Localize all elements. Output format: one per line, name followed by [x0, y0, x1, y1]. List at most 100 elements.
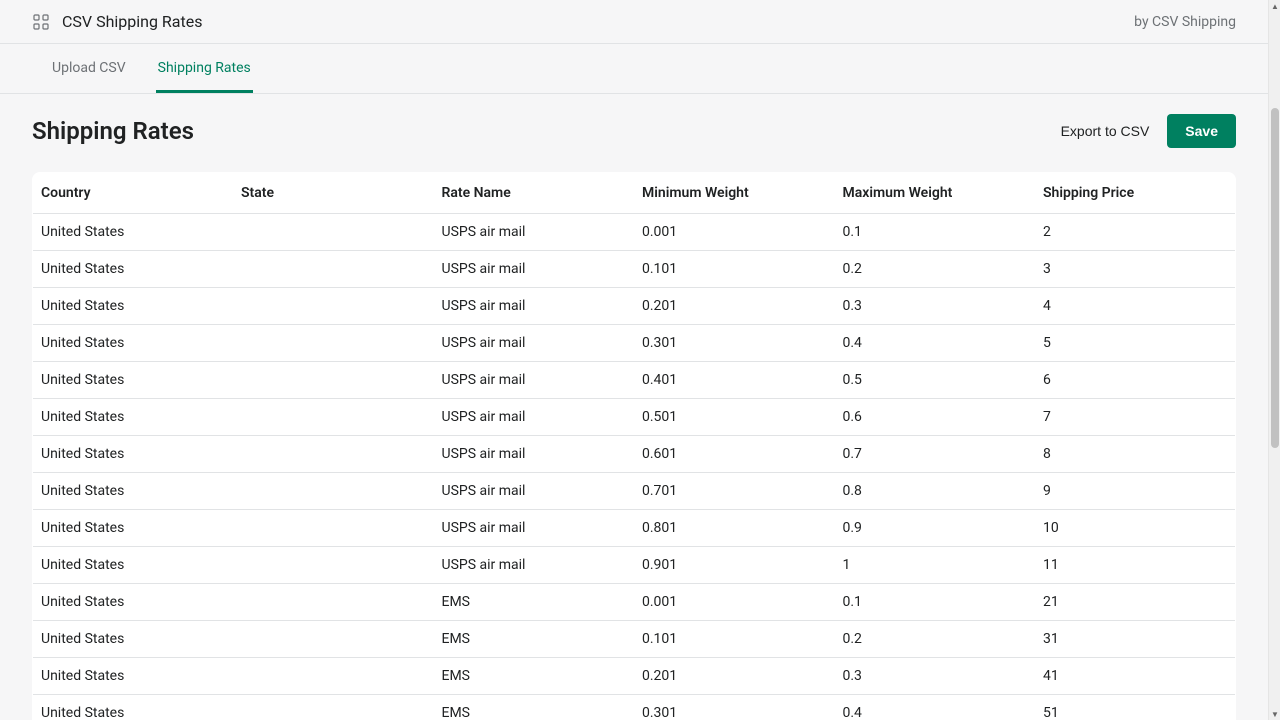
table-row[interactable]: United StatesUSPS air mail0.901111 — [33, 547, 1236, 584]
table-row[interactable]: United StatesUSPS air mail0.6010.78 — [33, 436, 1236, 473]
cell-state — [233, 584, 434, 621]
actions: Export to CSV Save — [1061, 114, 1236, 148]
col-header-country: Country — [33, 173, 234, 214]
cell-min-weight: 0.501 — [634, 399, 835, 436]
cell-country: United States — [33, 621, 234, 658]
cell-price: 21 — [1035, 584, 1236, 621]
table-header-row: Country State Rate Name Minimum Weight M… — [33, 173, 1236, 214]
cell-country: United States — [33, 584, 234, 621]
cell-country: United States — [33, 399, 234, 436]
cell-state — [233, 288, 434, 325]
cell-country: United States — [33, 658, 234, 695]
cell-rate-name: USPS air mail — [434, 325, 635, 362]
page-title: Shipping Rates — [32, 117, 194, 145]
cell-country: United States — [33, 214, 234, 251]
cell-rate-name: EMS — [434, 621, 635, 658]
shipping-rates-table: Country State Rate Name Minimum Weight M… — [32, 172, 1236, 720]
cell-state — [233, 214, 434, 251]
table-row[interactable]: United StatesUSPS air mail0.8010.910 — [33, 510, 1236, 547]
table-row[interactable]: United StatesEMS0.2010.341 — [33, 658, 1236, 695]
cell-rate-name: USPS air mail — [434, 436, 635, 473]
cell-price: 31 — [1035, 621, 1236, 658]
cell-min-weight: 0.201 — [634, 658, 835, 695]
cell-state — [233, 621, 434, 658]
cell-rate-name: EMS — [434, 695, 635, 720]
cell-rate-name: USPS air mail — [434, 251, 635, 288]
cell-max-weight: 0.9 — [835, 510, 1036, 547]
col-header-min: Minimum Weight — [634, 173, 835, 214]
cell-max-weight: 0.4 — [835, 695, 1036, 720]
col-header-state: State — [233, 173, 434, 214]
save-button[interactable]: Save — [1167, 114, 1236, 148]
tabs: Upload CSV Shipping Rates — [0, 44, 1268, 94]
cell-min-weight: 0.301 — [634, 695, 835, 720]
cell-state — [233, 547, 434, 584]
cell-min-weight: 0.801 — [634, 510, 835, 547]
cell-price: 3 — [1035, 251, 1236, 288]
col-header-rate: Rate Name — [434, 173, 635, 214]
col-header-price: Shipping Price — [1035, 173, 1236, 214]
cell-max-weight: 0.6 — [835, 399, 1036, 436]
cell-max-weight: 0.2 — [835, 251, 1036, 288]
table-row[interactable]: United StatesUSPS air mail0.4010.56 — [33, 362, 1236, 399]
cell-country: United States — [33, 547, 234, 584]
scroll-down-icon[interactable]: ▼ — [1269, 708, 1280, 720]
cell-country: United States — [33, 436, 234, 473]
cell-state — [233, 658, 434, 695]
table-row[interactable]: United StatesUSPS air mail0.2010.34 — [33, 288, 1236, 325]
col-header-max: Maximum Weight — [835, 173, 1036, 214]
cell-price: 7 — [1035, 399, 1236, 436]
cell-rate-name: EMS — [434, 584, 635, 621]
cell-price: 4 — [1035, 288, 1236, 325]
cell-state — [233, 362, 434, 399]
cell-rate-name: EMS — [434, 658, 635, 695]
cell-min-weight: 0.901 — [634, 547, 835, 584]
cell-state — [233, 436, 434, 473]
table-row[interactable]: United StatesUSPS air mail0.7010.89 — [33, 473, 1236, 510]
table-row[interactable]: United StatesEMS0.3010.451 — [33, 695, 1236, 720]
cell-max-weight: 0.7 — [835, 436, 1036, 473]
cell-max-weight: 0.4 — [835, 325, 1036, 362]
cell-min-weight: 0.101 — [634, 621, 835, 658]
table-row[interactable]: United States USPS air mail0.5010.67 — [33, 399, 1236, 436]
cell-min-weight: 0.401 — [634, 362, 835, 399]
cell-price: 9 — [1035, 473, 1236, 510]
cell-price: 2 — [1035, 214, 1236, 251]
cell-min-weight: 0.001 — [634, 214, 835, 251]
cell-price: 51 — [1035, 695, 1236, 720]
cell-min-weight: 0.301 — [634, 325, 835, 362]
cell-state — [233, 325, 434, 362]
title-row: Shipping Rates Export to CSV Save — [32, 114, 1236, 148]
cell-price: 41 — [1035, 658, 1236, 695]
table-row[interactable]: United StatesEMS0.0010.121 — [33, 584, 1236, 621]
table-row[interactable]: United StatesUSPS air mail0.0010.12 — [33, 214, 1236, 251]
cell-state — [233, 399, 434, 436]
table-row[interactable]: United States EMS0.1010.231 — [33, 621, 1236, 658]
tab-upload-csv[interactable]: Upload CSV — [50, 44, 128, 93]
cell-price: 8 — [1035, 436, 1236, 473]
table-row[interactable]: United StatesUSPS air mail0.1010.23 — [33, 251, 1236, 288]
cell-state — [233, 251, 434, 288]
cell-min-weight: 0.701 — [634, 473, 835, 510]
cell-price: 6 — [1035, 362, 1236, 399]
cell-country: United States — [33, 510, 234, 547]
cell-price: 10 — [1035, 510, 1236, 547]
cell-rate-name: USPS air mail — [434, 288, 635, 325]
header-left: CSV Shipping Rates — [32, 12, 202, 31]
export-csv-button[interactable]: Export to CSV — [1061, 123, 1150, 139]
cell-min-weight: 0.201 — [634, 288, 835, 325]
content: Shipping Rates Export to CSV Save Countr… — [0, 94, 1268, 720]
table-row[interactable]: United StatesUSPS air mail0.3010.45 — [33, 325, 1236, 362]
vertical-scrollbar[interactable]: ▲ ▼ — [1268, 0, 1280, 720]
cell-country: United States — [33, 288, 234, 325]
cell-rate-name: USPS air mail — [434, 547, 635, 584]
scrollbar-thumb[interactable] — [1271, 108, 1279, 448]
cell-rate-name: USPS air mail — [434, 399, 635, 436]
tab-shipping-rates[interactable]: Shipping Rates — [156, 44, 253, 93]
cell-rate-name: USPS air mail — [434, 362, 635, 399]
cell-max-weight: 0.1 — [835, 214, 1036, 251]
cell-max-weight: 1 — [835, 547, 1036, 584]
scroll-up-icon[interactable]: ▲ — [1269, 0, 1280, 12]
cell-max-weight: 0.2 — [835, 621, 1036, 658]
cell-country: United States — [33, 362, 234, 399]
